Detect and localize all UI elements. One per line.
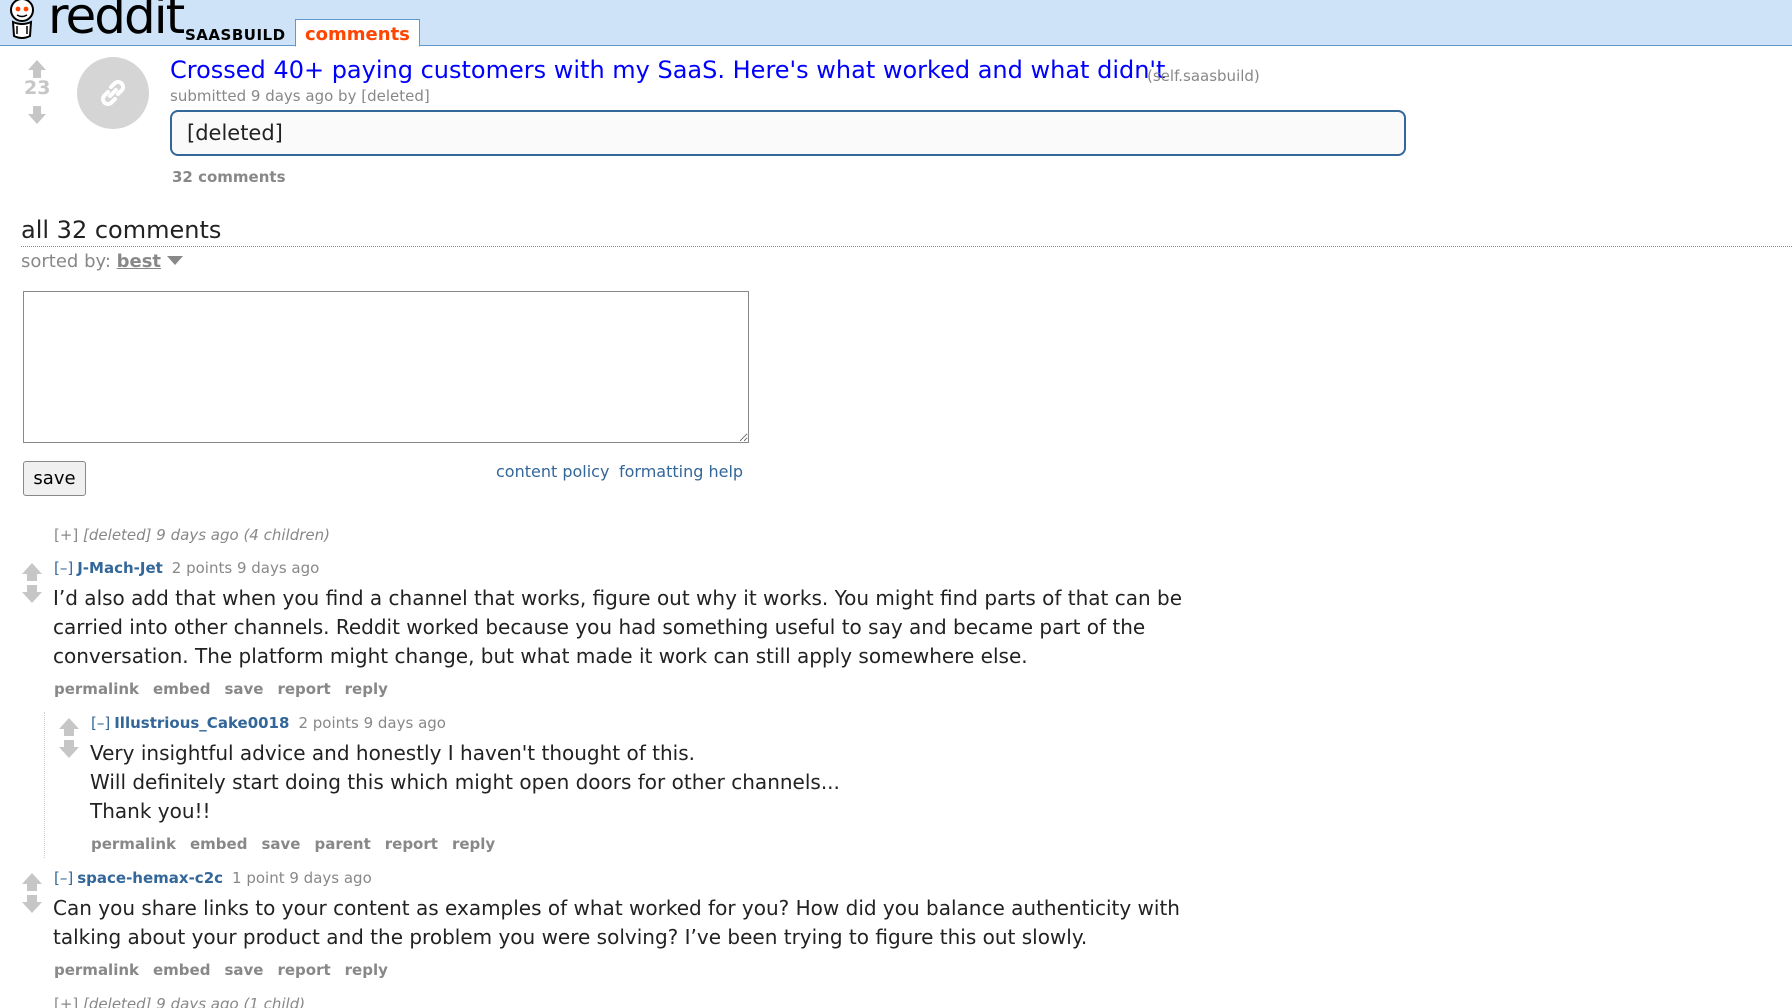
collapse-toggle[interactable]: [–] (54, 869, 73, 887)
permalink-button[interactable]: permalink (54, 680, 139, 698)
divider (21, 246, 1792, 247)
comment-line: carried into other channels. Reddit work… (53, 615, 1146, 639)
comment-vote (21, 873, 43, 913)
comments-count-link[interactable]: 32 comments (172, 168, 286, 186)
caret-down-icon[interactable] (167, 256, 184, 265)
post-body: [deleted] (170, 110, 1406, 156)
post-vote-column: 23 (24, 60, 50, 124)
comment-meta: 2 points 9 days ago (298, 714, 446, 732)
reply-button[interactable]: reply (345, 680, 388, 698)
comment-buttons: permalink embed save parent report reply (91, 835, 509, 853)
collapsed-comment: [+] [deleted] 9 days ago (1 child) (54, 995, 305, 1008)
embed-button[interactable]: embed (153, 680, 210, 698)
permalink-button[interactable]: permalink (91, 835, 176, 853)
post-title[interactable]: Crossed 40+ paying customers with my Saa… (170, 56, 1165, 84)
downvote-arrow-icon[interactable] (22, 895, 42, 913)
upvote-arrow-icon[interactable] (22, 873, 42, 891)
child-thread-rail[interactable] (44, 712, 45, 858)
sort-label: sorted by: (21, 251, 117, 272)
parent-button[interactable]: parent (314, 835, 370, 853)
comment-buttons: permalink embed save report reply (54, 680, 402, 698)
downvote-arrow-icon[interactable] (22, 585, 42, 603)
comment-line: Very insightful advice and honestly I ha… (90, 741, 695, 765)
expand-toggle[interactable]: [+] (54, 526, 78, 544)
collapsed-comment: [+] [deleted] 9 days ago (4 children) (54, 526, 330, 544)
permalink-button[interactable]: permalink (54, 961, 139, 979)
comment-body: I’d also add that when you find a channe… (53, 584, 1182, 671)
save-comment-button[interactable]: save (224, 680, 263, 698)
comments-heading: all 32 comments (21, 216, 222, 244)
reddit-alien-icon[interactable] (2, 0, 42, 42)
upvote-arrow-icon[interactable] (59, 718, 79, 736)
comment-buttons: permalink embed save report reply (54, 961, 402, 979)
collapsed-comment-text: [deleted] 9 days ago (1 child) (78, 995, 306, 1008)
comment-tagline: [–] space-hemax-c2c 1 point 9 days ago (54, 869, 372, 887)
reply-textarea[interactable] (23, 291, 749, 443)
comment-line: I’d also add that when you find a channe… (53, 586, 1183, 610)
collapsed-comment-text: [deleted] 9 days ago (4 children) (78, 526, 330, 544)
collapse-toggle[interactable]: [–] (91, 714, 110, 732)
post-tagline: submitted 9 days ago by [deleted] (170, 87, 430, 105)
downvote-arrow-icon[interactable] (28, 106, 46, 124)
comment-body: Very insightful advice and honestly I ha… (90, 739, 840, 826)
save-comment-button[interactable]: save (224, 961, 263, 979)
comment-author[interactable]: J-Mach-Jet (77, 559, 163, 577)
content-policy-link[interactable]: content policy (496, 462, 609, 481)
upvote-arrow-icon[interactable] (28, 60, 46, 78)
post-thumbnail[interactable] (77, 57, 149, 129)
save-button[interactable]: save (23, 461, 86, 496)
report-button[interactable]: report (385, 835, 438, 853)
site-header: reddit SAASBUILD comments (0, 0, 1792, 47)
tab-comments[interactable]: comments (295, 19, 420, 47)
comment-line: talking about your product and the probl… (53, 925, 1088, 949)
reddit-logo-text[interactable]: reddit (48, 0, 185, 46)
post-domain[interactable]: (self.saasbuild) (1147, 67, 1260, 85)
report-button[interactable]: report (277, 961, 330, 979)
comment-tagline: [–] Illustrious_Cake0018 2 points 9 days a… (91, 714, 446, 732)
collapse-toggle[interactable]: [–] (54, 559, 73, 577)
comment-vote (58, 718, 80, 758)
subreddit-name[interactable]: SAASBUILD (185, 26, 286, 44)
reply-button[interactable]: reply (345, 961, 388, 979)
link-icon (101, 80, 125, 106)
comment-line: Will definitely start doing this which m… (90, 770, 840, 794)
comment-tagline: [–] J-Mach-Jet 2 points 9 days ago (54, 559, 319, 577)
expand-toggle[interactable]: [+] (54, 995, 78, 1008)
comment-author[interactable]: space-hemax-c2c (77, 869, 223, 887)
sort-dropdown[interactable]: best (117, 251, 161, 272)
comment-line: conversation. The platform might change,… (53, 644, 1028, 668)
reply-button[interactable]: reply (452, 835, 495, 853)
comment-line: Thank you!! (90, 799, 211, 823)
embed-button[interactable]: embed (190, 835, 247, 853)
formatting-help-link[interactable]: formatting help (619, 462, 743, 481)
comment-line: Can you share links to your content as e… (53, 896, 1180, 920)
comment-body: Can you share links to your content as e… (53, 894, 1180, 952)
comment-author[interactable]: Illustrious_Cake0018 (114, 714, 289, 732)
embed-button[interactable]: embed (153, 961, 210, 979)
comment-meta: 1 point 9 days ago (232, 869, 372, 887)
report-button[interactable]: report (277, 680, 330, 698)
sort-menu: sorted by: best (21, 251, 184, 272)
comment-vote (21, 563, 43, 603)
post-score: 23 (24, 77, 51, 99)
save-comment-button[interactable]: save (261, 835, 300, 853)
comment-meta: 2 points 9 days ago (171, 559, 320, 577)
downvote-arrow-icon[interactable] (59, 740, 79, 758)
upvote-arrow-icon[interactable] (22, 563, 42, 581)
